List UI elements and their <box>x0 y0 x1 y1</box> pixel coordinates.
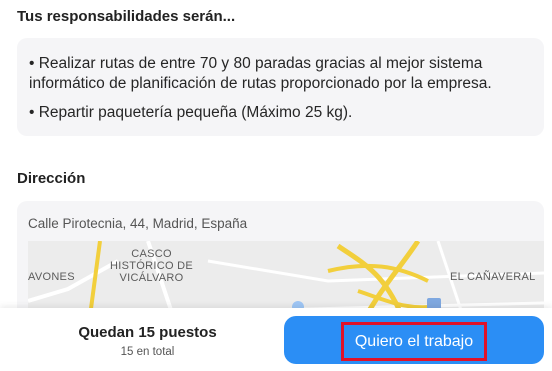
apply-button[interactable]: Quiero el trabajo <box>284 316 544 364</box>
responsibility-item: • Repartir paquetería pequeña (Máximo 25… <box>29 104 353 121</box>
address-card: Calle Pirotecnia, 44, Madrid, España CAS… <box>17 201 544 321</box>
seats-remaining: Quedan 15 puestos <box>78 324 217 341</box>
seats-info: Quedan 15 puestos 15 en total <box>60 324 235 358</box>
address-text: Calle Pirotecnia, 44, Madrid, España <box>28 216 248 231</box>
responsibilities-title: Tus responsabilidades serán... <box>17 8 236 25</box>
seats-total: 15 en total <box>120 346 175 358</box>
map-label-avones: AVONES <box>28 271 75 283</box>
map-label-casco: CASCO HISTÓRICO DE VICÁLVARO <box>110 248 194 284</box>
map-label-canaveral: EL CAÑAVERAL <box>450 271 536 283</box>
responsibilities-card: • Realizar rutas de entre 70 y 80 parada… <box>17 38 544 136</box>
address-title: Dirección <box>17 170 86 187</box>
responsibility-item: • Realizar rutas de entre 70 y 80 parada… <box>29 55 492 92</box>
apply-button-label: Quiero el trabajo <box>341 322 487 361</box>
bottom-bar: Quedan 15 puestos 15 en total Quiero el … <box>0 308 552 371</box>
